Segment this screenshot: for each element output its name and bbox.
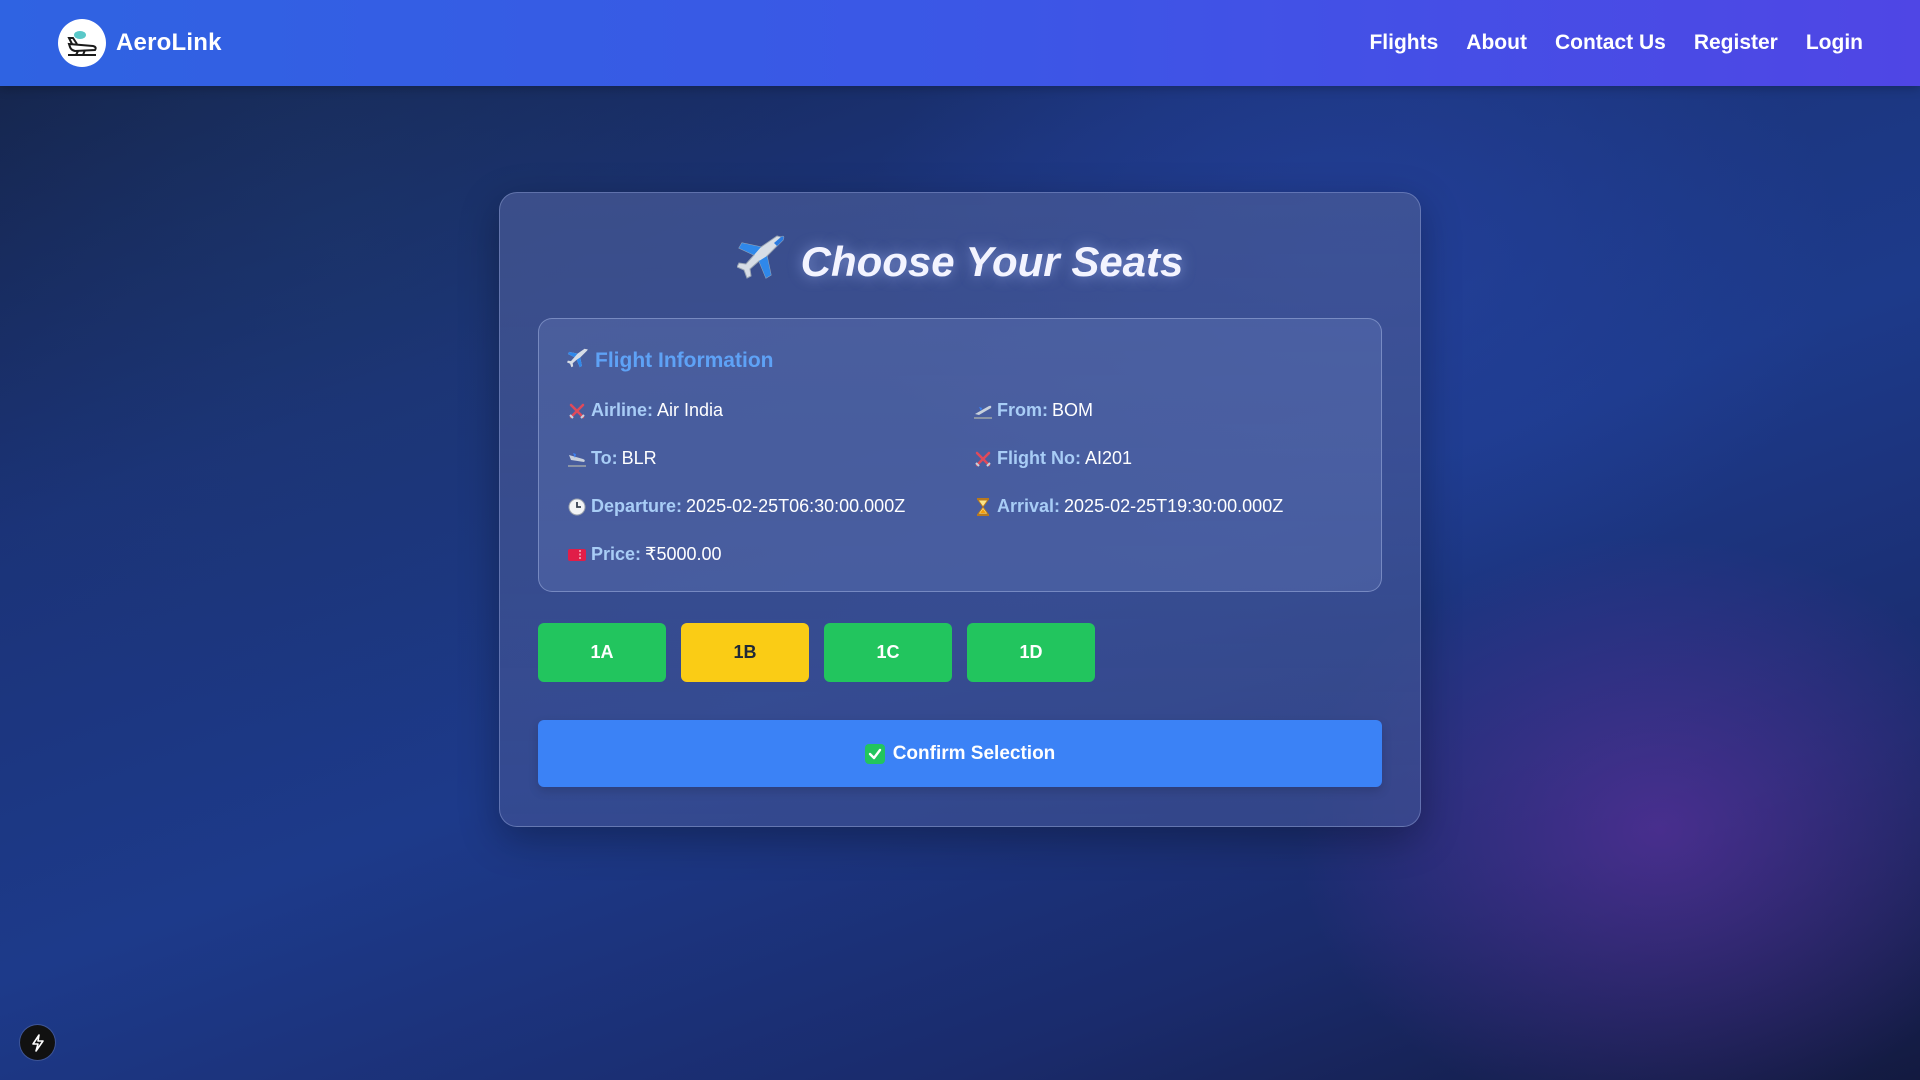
to-value: BLR [621, 448, 657, 468]
airline-info: Airline: Air India [567, 400, 723, 421]
check-box-icon [864, 743, 885, 764]
hourglass-icon [973, 497, 993, 517]
flight-info-panel: Flight Information Airline: Air India Fr… [538, 318, 1382, 592]
arrival-info: Arrival: 2025-02-25T19:30:00.000Z [973, 496, 1283, 517]
departure-icon [973, 401, 993, 421]
brand[interactable]: AeroLink [58, 19, 222, 67]
arrival-value: 2025-02-25T19:30:00.000Z [1064, 496, 1284, 516]
lightning-icon[interactable] [20, 1025, 55, 1060]
seat-1d[interactable]: 1D [967, 623, 1095, 682]
nav-link-about[interactable]: About [1466, 31, 1527, 55]
seat-1a[interactable]: 1A [538, 623, 666, 682]
seat-selection-card: Choose Your Seats Flight Information Air… [499, 192, 1421, 827]
to-info: To: BLR [567, 448, 657, 469]
nav-links: Flights About Contact Us Register Login [1369, 31, 1863, 55]
seat-1c[interactable]: 1C [824, 623, 952, 682]
flight-info-heading: Flight Information [567, 347, 773, 375]
page-title: Choose Your Seats [500, 233, 1420, 291]
from-info: From: BOM [973, 400, 1093, 421]
nav-link-login[interactable]: Login [1806, 31, 1863, 55]
confirm-selection-button[interactable]: Confirm Selection [538, 720, 1382, 787]
confirm-selection-label: Confirm Selection [892, 742, 1056, 764]
flight-no-info: Flight No: AI201 [973, 448, 1132, 469]
nav-link-contact-us[interactable]: Contact Us [1555, 31, 1666, 55]
price-value: ₹5000.00 [645, 544, 722, 564]
departure-value: 2025-02-25T06:30:00.000Z [686, 496, 906, 516]
flight-no-value: AI201 [1084, 448, 1133, 468]
airplane-icon [567, 347, 589, 375]
ticket-icon [567, 545, 587, 565]
crossed-swords-icon [567, 401, 587, 421]
price-info: Price: ₹5000.00 [567, 544, 722, 565]
seat-grid: 1A 1B 1C 1D [538, 623, 1095, 682]
from-value: BOM [1052, 400, 1094, 420]
arrival-icon [567, 449, 587, 469]
crossed-swords-icon [973, 449, 993, 469]
navbar: AeroLink Flights About Contact Us Regist… [0, 0, 1920, 86]
airplane-logo-icon [58, 19, 106, 67]
clock-icon [567, 497, 587, 517]
airplane-icon [735, 233, 787, 291]
airline-value: Air India [657, 400, 724, 420]
nav-link-register[interactable]: Register [1694, 31, 1778, 55]
brand-name: AeroLink [116, 29, 222, 56]
departure-info: Departure: 2025-02-25T06:30:00.000Z [567, 496, 905, 517]
seat-1b[interactable]: 1B [681, 623, 809, 682]
page-title-text: Choose Your Seats [800, 238, 1184, 285]
nav-link-flights[interactable]: Flights [1369, 31, 1438, 55]
